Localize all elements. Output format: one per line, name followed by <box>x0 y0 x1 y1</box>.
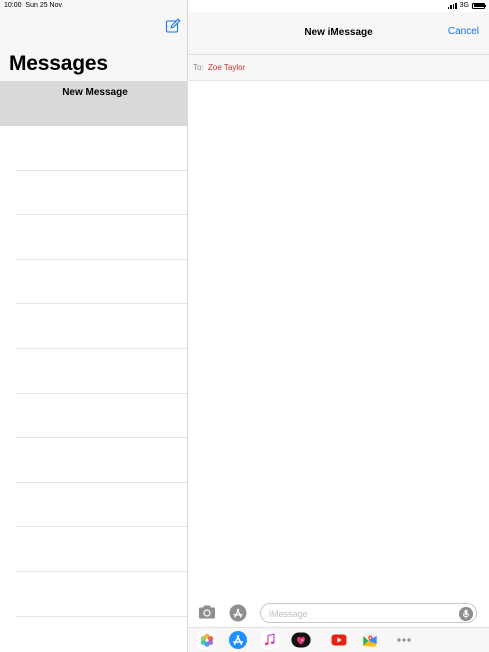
music-icon[interactable] <box>260 631 280 649</box>
status-indicators: 3G <box>447 2 486 9</box>
microphone-icon[interactable] <box>459 606 473 621</box>
ipad-screen: Messages New Message New iMessage Cancel… <box>0 0 489 652</box>
app-drawer <box>188 627 489 652</box>
to-label: To: <box>193 63 204 72</box>
list-item <box>16 572 187 617</box>
list-item <box>16 304 187 349</box>
conversation-list-pane: Messages New Message <box>0 0 188 652</box>
compose-icon[interactable] <box>165 18 181 34</box>
list-item <box>16 126 187 171</box>
status-time: 10:00 <box>4 2 22 9</box>
conversation-pane: New iMessage Cancel To: Zoe Taylor iMess… <box>188 0 489 652</box>
cancel-button[interactable]: Cancel <box>448 26 479 37</box>
conversation-list-header: Messages <box>0 0 187 81</box>
list-item <box>16 215 187 260</box>
app-store-icon[interactable] <box>228 631 248 649</box>
list-item <box>16 527 187 572</box>
conversation-item-label: New Message <box>62 87 128 98</box>
empty-conversation-list <box>16 126 187 617</box>
battery-icon <box>472 2 486 9</box>
camera-icon[interactable] <box>198 604 216 620</box>
message-input-bar: iMessage <box>188 598 489 628</box>
page-title: Messages <box>9 52 108 75</box>
maps-icon[interactable] <box>360 631 380 649</box>
signal-strength-icon <box>447 2 457 9</box>
youtube-icon[interactable] <box>329 631 349 649</box>
conversation-title: New iMessage <box>304 27 373 38</box>
message-placeholder: iMessage <box>269 609 308 619</box>
list-item <box>16 394 187 439</box>
status-date: Sun 25 Nov <box>25 2 63 9</box>
photos-icon[interactable] <box>197 631 217 649</box>
app-store-icon[interactable] <box>229 604 247 622</box>
conversation-nav-bar: New iMessage Cancel <box>188 12 489 55</box>
list-item <box>16 349 187 394</box>
recipient-token[interactable]: Zoe Taylor <box>208 63 245 72</box>
list-item <box>16 171 187 216</box>
recipient-field[interactable]: To: Zoe Taylor <box>188 55 489 81</box>
message-input[interactable]: iMessage <box>260 603 477 623</box>
list-item <box>16 438 187 483</box>
list-item <box>16 483 187 528</box>
conversation-item-new-message[interactable]: New Message <box>0 81 187 126</box>
network-type: 3G <box>459 2 469 9</box>
status-time-date: 10:00 Sun 25 Nov <box>4 2 62 9</box>
list-item <box>16 260 187 305</box>
digital-touch-icon[interactable] <box>291 631 311 649</box>
more-icon[interactable] <box>394 631 414 649</box>
status-bar: 10:00 Sun 25 Nov 3G <box>0 0 489 12</box>
